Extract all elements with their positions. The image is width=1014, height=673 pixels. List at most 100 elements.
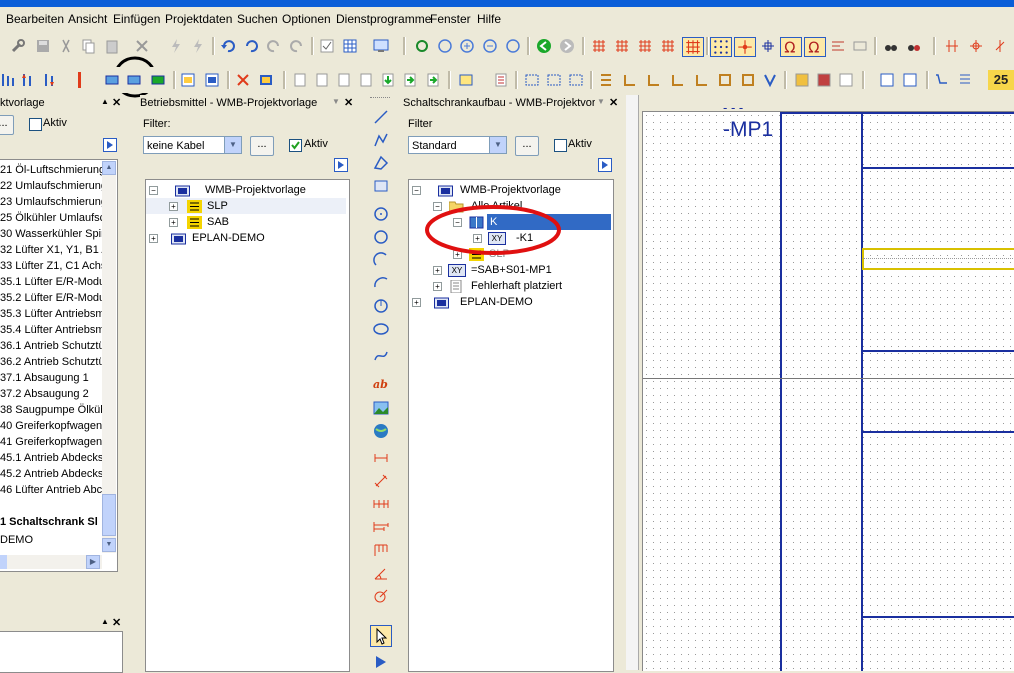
lightning-icon[interactable]: [168, 38, 184, 54]
tree-f-icon[interactable]: [717, 72, 733, 88]
tree-g-icon[interactable]: [740, 72, 756, 88]
panel-left-nav-icon[interactable]: [103, 138, 117, 152]
line-marker2-icon[interactable]: [968, 38, 984, 54]
dimension-aligned-icon[interactable]: [373, 473, 389, 489]
panel-b-icon[interactable]: [902, 72, 918, 88]
check-page-icon[interactable]: [319, 38, 335, 54]
menu-einfuegen[interactable]: Einfügen: [113, 12, 160, 26]
panel-right-dropdown-icon[interactable]: ▼: [597, 97, 605, 106]
sort-asc-icon[interactable]: [20, 72, 36, 88]
panel-lower-pin-icon[interactable]: ▲: [101, 617, 109, 626]
toolbar-grip[interactable]: [370, 97, 390, 100]
list-item[interactable]: 40 Greiferkopfwagen: [0, 418, 102, 434]
spline-tool-icon[interactable]: [373, 348, 389, 364]
expand-icon[interactable]: +: [149, 234, 158, 243]
box-b-icon[interactable]: [546, 72, 562, 88]
page-export-icon[interactable]: [402, 72, 418, 88]
rectangle-tool-icon[interactable]: [373, 178, 389, 194]
forward-icon[interactable]: [559, 38, 575, 54]
list-item[interactable]: 22 Umlaufschmierung: [0, 178, 107, 194]
part-c-icon[interactable]: [838, 72, 854, 88]
drawing-canvas[interactable]: - - - -MP1: [642, 100, 1014, 671]
badge-25[interactable]: 25: [988, 70, 1014, 90]
expand-icon[interactable]: +: [412, 298, 421, 307]
dimension-chain-icon[interactable]: [373, 496, 389, 512]
image-tool-icon[interactable]: [373, 400, 389, 416]
zoom-100-icon[interactable]: [505, 38, 521, 54]
copy-icon[interactable]: [80, 38, 96, 54]
line-marker-icon[interactable]: [944, 38, 960, 54]
scroll-down-icon[interactable]: ▼: [102, 538, 116, 552]
panel-mid-nav-icon[interactable]: [334, 158, 348, 172]
panel-left-vscrollbar[interactable]: ▲ ▼: [102, 161, 116, 553]
tree-node-slp[interactable]: + SLP: [146, 198, 346, 214]
binoculars-list-icon[interactable]: [906, 38, 922, 54]
expand-icon[interactable]: +: [169, 218, 178, 227]
list-item[interactable]: 37.1 Absaugung 1: [0, 370, 89, 386]
list-item[interactable]: 25 Ölkühler Umlaufsch: [0, 210, 111, 226]
panel-left-pin-icon[interactable]: ▲: [101, 97, 109, 106]
list-item[interactable]: 45.2 Antrieb Abdecks: [0, 466, 103, 482]
back-icon[interactable]: [536, 38, 552, 54]
sort-desc-icon[interactable]: [42, 72, 58, 88]
dimension-angle-icon[interactable]: [373, 565, 389, 581]
redo-icon[interactable]: [266, 38, 282, 54]
expand-icon[interactable]: +: [169, 202, 178, 211]
collapse-icon[interactable]: −: [412, 186, 421, 195]
polygon-tool-icon[interactable]: [373, 155, 389, 171]
list-item[interactable]: 21 Öl-Luftschmierung: [0, 162, 105, 178]
part-a-icon[interactable]: [794, 72, 810, 88]
list-item[interactable]: 33 Lüfter Z1, C1 Achs: [0, 258, 106, 274]
list-item[interactable]: 37.2 Absaugung 2: [0, 386, 89, 402]
zoom-circle-icon[interactable]: [437, 38, 453, 54]
list-item[interactable]: 46 Lüfter Antrieb Abc: [0, 482, 102, 498]
expand-icon[interactable]: +: [433, 282, 442, 291]
panel-right-active-checkbox[interactable]: [554, 139, 567, 152]
omega-table-icon[interactable]: Ω: [804, 37, 826, 57]
panel-left-browse-button[interactable]: ...: [0, 115, 14, 135]
panel-mid-dropdown-icon[interactable]: ▼: [332, 97, 340, 106]
refresh-icon[interactable]: [414, 38, 430, 54]
list-item[interactable]: 35.4 Lüfter Antriebsm: [0, 322, 105, 338]
page-edit-icon[interactable]: [314, 72, 330, 88]
menu-ansicht[interactable]: Ansicht: [68, 12, 107, 26]
line-tool-icon[interactable]: [373, 109, 389, 125]
chevron-down-icon[interactable]: ▼: [224, 137, 241, 153]
macro-a-icon[interactable]: [104, 72, 120, 88]
zoom-in-icon[interactable]: [459, 38, 475, 54]
table-icon[interactable]: [342, 38, 358, 54]
circle-tool-icon[interactable]: [373, 229, 389, 245]
panel-mid-active-checkbox[interactable]: [289, 139, 302, 152]
page-arrow-icon[interactable]: [425, 72, 441, 88]
list-item[interactable]: 38 Saugpumpe Ölkühl: [0, 402, 109, 418]
undo-list-icon[interactable]: [243, 38, 259, 54]
redo-list-icon[interactable]: [289, 38, 305, 54]
list-item[interactable]: 36.1 Antrieb Schutztü: [0, 338, 105, 354]
undo-icon[interactable]: [220, 38, 236, 54]
panel-mid-browse-button[interactable]: ...: [250, 136, 274, 156]
list-item[interactable]: 23 Umlaufschmierung: [0, 194, 107, 210]
page-move-icon[interactable]: [358, 72, 374, 88]
snap-grid-c-icon[interactable]: [637, 38, 653, 54]
dim-icon[interactable]: [852, 38, 868, 54]
tree-e-icon[interactable]: [694, 72, 710, 88]
list-item[interactable]: 45.1 Antrieb Abdecks: [0, 450, 103, 466]
list-item[interactable]: 35.1 Lüfter E/R-Modu: [0, 274, 105, 290]
scroll-up-icon[interactable]: ▲: [102, 161, 116, 175]
arc3-tool-icon[interactable]: [373, 275, 389, 291]
lightning2-icon[interactable]: [190, 38, 206, 54]
scroll-thumb[interactable]: [102, 494, 116, 536]
window-a-icon[interactable]: [180, 72, 196, 88]
dimension-radius-icon[interactable]: [373, 588, 389, 604]
menu-optionen[interactable]: Optionen: [282, 12, 331, 26]
list-item[interactable]: 32 Lüfter X1, Y1, B1 A: [0, 242, 109, 258]
menu-bearbeiten[interactable]: Bearbeiten: [6, 12, 64, 26]
panel-right-filter-select[interactable]: Standard ▼: [408, 136, 507, 154]
list-item[interactable]: 36.2 Antrieb Schutztü: [0, 354, 105, 370]
snap-grid-a-icon[interactable]: [591, 38, 607, 54]
snap-point-icon[interactable]: [734, 37, 756, 57]
omega-icon[interactable]: Ω: [780, 37, 802, 57]
menu-dienstprogramme[interactable]: Dienstprogramme: [336, 12, 431, 26]
panel-right-close-icon[interactable]: ✕: [609, 96, 618, 109]
menu-projektdaten[interactable]: Projektdaten: [165, 12, 232, 26]
